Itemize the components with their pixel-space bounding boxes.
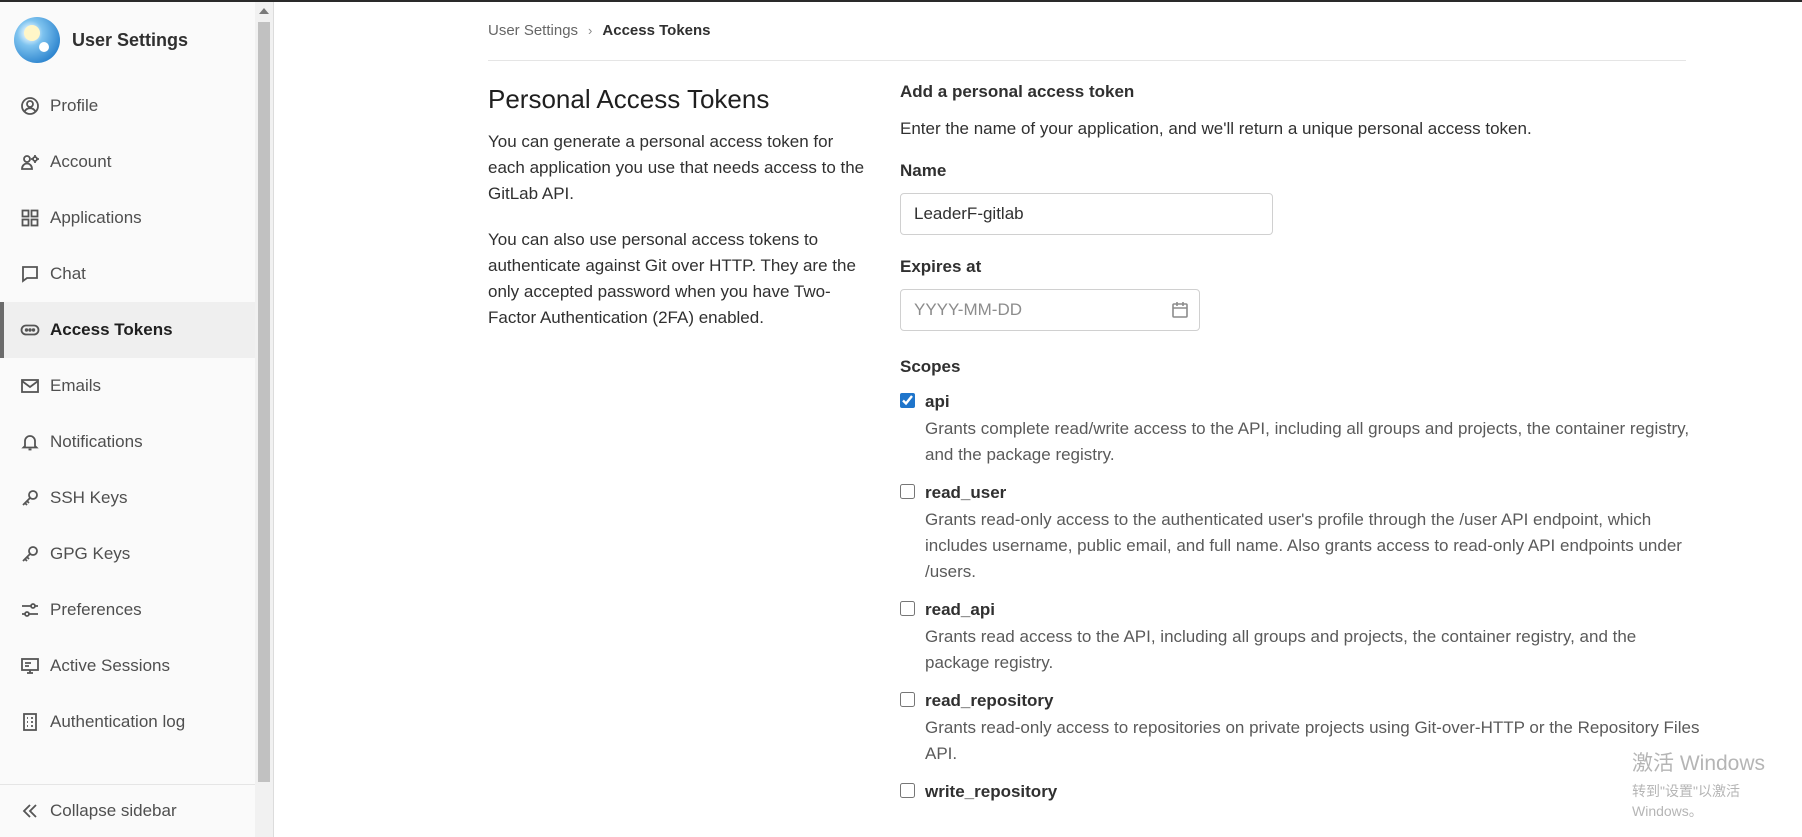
- profile-icon: [19, 95, 41, 117]
- scope-write-repository: write_repository: [900, 781, 1700, 803]
- intro-section: Personal Access Tokens You can generate …: [488, 84, 868, 351]
- sidebar-item-label: Notifications: [50, 432, 143, 451]
- scope-description: Grants complete read/write access to the…: [925, 419, 1690, 464]
- scope-description: Grants read-only access to repositories …: [925, 718, 1700, 763]
- sidebar-scrollbar[interactable]: [255, 2, 274, 837]
- sidebar-item-label: Authentication log: [50, 712, 186, 731]
- scope-name[interactable]: read_user: [925, 482, 1700, 504]
- sidebar-header[interactable]: User Settings: [14, 16, 188, 64]
- scope-read-api: read_api Grants read access to the API, …: [900, 599, 1700, 676]
- sidebar-item-label: SSH Keys: [50, 488, 128, 507]
- scroll-up-arrow-icon[interactable]: [259, 8, 269, 14]
- expires-date-picker[interactable]: [900, 289, 1200, 331]
- key-icon: [19, 487, 41, 509]
- token-name-input[interactable]: [900, 193, 1273, 235]
- windows-activation-watermark: 激活 Windows 转到"设置"以激活 Windows。: [1632, 747, 1802, 821]
- avatar[interactable]: [14, 17, 60, 63]
- sidebar-item-label: Emails: [50, 376, 102, 395]
- scope-read-api-checkbox[interactable]: [900, 601, 915, 616]
- sidebar-item-label: Profile: [50, 96, 99, 115]
- sidebar-item-label: Account: [50, 152, 112, 171]
- scope-read-repository: read_repository Grants read-only access …: [900, 690, 1700, 767]
- scope-name[interactable]: api: [925, 391, 1700, 413]
- scope-description: Grants read access to the API, including…: [925, 627, 1637, 672]
- scope-name[interactable]: read_repository: [925, 690, 1700, 712]
- chevron-right-icon: ›: [588, 23, 593, 38]
- collapse-sidebar-button[interactable]: Collapse sidebar: [0, 784, 255, 837]
- key-icon: [19, 543, 41, 565]
- watermark-line-1: 激活 Windows: [1632, 752, 1766, 775]
- breadcrumb-current[interactable]: Access Tokens: [602, 22, 710, 39]
- name-label: Name: [900, 161, 947, 180]
- sidebar-item-emails[interactable]: Emails: [0, 358, 255, 414]
- bell-icon: [19, 431, 41, 453]
- log-icon: [19, 711, 41, 733]
- scope-read-repository-checkbox[interactable]: [900, 692, 915, 707]
- sidebar-item-applications[interactable]: Applications: [0, 190, 255, 246]
- watermark-line-2: 转到"设置"以激活 Windows。: [1632, 783, 1740, 819]
- token-icon: [19, 319, 41, 341]
- sidebar-item-label: Applications: [50, 208, 142, 227]
- sidebar-item-label: GPG Keys: [50, 544, 131, 563]
- intro-paragraph-1: You can generate a personal access token…: [488, 132, 865, 203]
- scope-name[interactable]: read_api: [925, 599, 1700, 621]
- scope-name[interactable]: write_repository: [925, 781, 1700, 803]
- sidebar-item-account[interactable]: Account: [0, 134, 255, 190]
- scope-read-user: read_user Grants read-only access to the…: [900, 482, 1700, 585]
- breadcrumb: User Settings › Access Tokens: [488, 22, 711, 39]
- collapse-sidebar-label: Collapse sidebar: [50, 801, 177, 820]
- sidebar: User Settings Profile Account Applicatio…: [0, 2, 256, 837]
- scope-description: Grants read-only access to the authentic…: [925, 510, 1682, 581]
- page-title: Personal Access Tokens: [488, 84, 770, 114]
- expires-label: Expires at: [900, 257, 982, 276]
- double-chevron-left-icon: [19, 800, 41, 822]
- account-icon: [19, 151, 41, 173]
- scopes-label: Scopes: [900, 357, 961, 376]
- scope-read-user-checkbox[interactable]: [900, 484, 915, 499]
- monitor-icon: [19, 655, 41, 677]
- header-divider: [488, 60, 1686, 61]
- sidebar-item-ssh-keys[interactable]: SSH Keys: [0, 470, 255, 526]
- mail-icon: [19, 375, 41, 397]
- scrollbar-thumb[interactable]: [258, 22, 270, 782]
- form-title: Add a personal access token: [900, 82, 1135, 101]
- preferences-icon: [19, 599, 41, 621]
- sidebar-item-label: Access Tokens: [50, 320, 173, 339]
- sidebar-title[interactable]: User Settings: [72, 30, 188, 51]
- scope-api-checkbox[interactable]: [900, 393, 915, 408]
- sidebar-item-profile[interactable]: Profile: [0, 78, 255, 134]
- sidebar-item-preferences[interactable]: Preferences: [0, 582, 255, 638]
- sidebar-item-chat[interactable]: Chat: [0, 246, 255, 302]
- sidebar-nav: Profile Account Applications Chat Access…: [0, 78, 255, 750]
- sidebar-item-gpg-keys[interactable]: GPG Keys: [0, 526, 255, 582]
- sidebar-item-label: Preferences: [50, 600, 142, 619]
- sidebar-item-authentication-log[interactable]: Authentication log: [0, 694, 255, 750]
- chat-icon: [19, 263, 41, 285]
- sidebar-item-notifications[interactable]: Notifications: [0, 414, 255, 470]
- breadcrumb-root-link[interactable]: User Settings: [488, 22, 578, 39]
- add-token-form: Add a personal access token Enter the na…: [900, 82, 1700, 803]
- scope-api: api Grants complete read/write access to…: [900, 391, 1700, 468]
- applications-icon: [19, 207, 41, 229]
- expires-at-input[interactable]: [900, 289, 1200, 331]
- sidebar-item-access-tokens[interactable]: Access Tokens: [0, 302, 255, 358]
- form-description: Enter the name of your application, and …: [900, 119, 1532, 138]
- intro-paragraph-2: You can also use personal access tokens …: [488, 230, 856, 327]
- calendar-icon[interactable]: [1170, 300, 1190, 320]
- sidebar-item-label: Active Sessions: [50, 656, 170, 675]
- scope-write-repository-checkbox[interactable]: [900, 783, 915, 798]
- sidebar-item-active-sessions[interactable]: Active Sessions: [0, 638, 255, 694]
- sidebar-item-label: Chat: [50, 264, 86, 283]
